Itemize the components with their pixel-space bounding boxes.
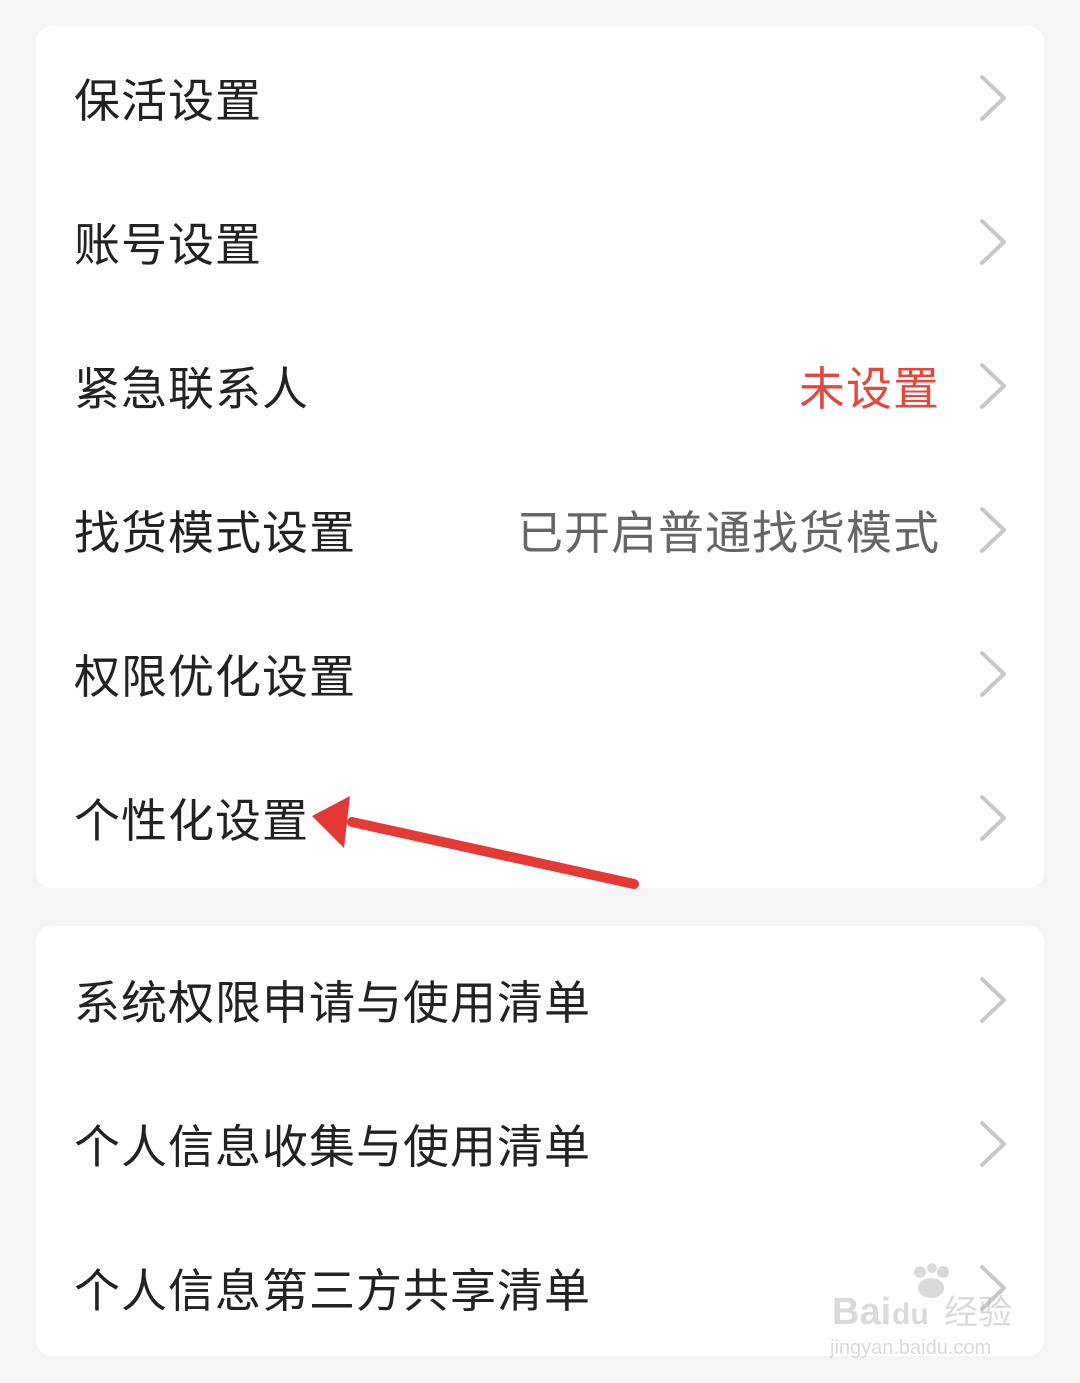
chevron-right-icon [980,977,1006,1023]
settings-item-label: 系统权限申请与使用清单 [74,976,591,1030]
settings-item-label: 个人信息收集与使用清单 [74,1120,591,1174]
settings-item-system-permission-list[interactable]: 系统权限申请与使用清单 [36,928,1044,1072]
chevron-right-icon [980,1121,1006,1167]
chevron-right-icon [980,75,1006,121]
settings-page: 保活设置 账号设置 紧急联系人 未设置 找货模式设置 已开启普通找货模式 权限优… [0,0,1080,1383]
settings-item-label: 账号设置 [74,218,262,272]
settings-item-label: 紧急联系人 [74,362,309,416]
settings-item-label: 个性化设置 [74,794,309,848]
settings-item-find-goods-mode[interactable]: 找货模式设置 已开启普通找货模式 [36,458,1044,602]
settings-item-value: 未设置 [799,362,940,416]
chevron-right-icon [980,651,1006,697]
settings-item-permission-optimization[interactable]: 权限优化设置 [36,602,1044,746]
settings-item-personal-info-collection-list[interactable]: 个人信息收集与使用清单 [36,1072,1044,1216]
settings-card-primary: 保活设置 账号设置 紧急联系人 未设置 找货模式设置 已开启普通找货模式 权限优… [36,26,1044,888]
settings-card-privacy: 系统权限申请与使用清单 个人信息收集与使用清单 个人信息第三方共享清单 [36,926,1044,1356]
chevron-right-icon [980,363,1006,409]
settings-item-label: 找货模式设置 [74,506,356,560]
settings-item-label: 个人信息第三方共享清单 [74,1264,591,1318]
settings-item-account[interactable]: 账号设置 [36,170,1044,314]
settings-item-emergency-contact[interactable]: 紧急联系人 未设置 [36,314,1044,458]
chevron-right-icon [980,795,1006,841]
settings-item-value: 已开启普通找货模式 [517,506,940,560]
settings-item-label: 权限优化设置 [74,650,356,704]
chevron-right-icon [980,507,1006,553]
chevron-right-icon [980,219,1006,265]
settings-item-personalization[interactable]: 个性化设置 [36,746,1044,890]
settings-item-label: 保活设置 [74,74,262,128]
chevron-right-icon [980,1265,1006,1311]
settings-item-keepalive[interactable]: 保活设置 [36,26,1044,170]
settings-item-third-party-sharing-list[interactable]: 个人信息第三方共享清单 [36,1216,1044,1360]
